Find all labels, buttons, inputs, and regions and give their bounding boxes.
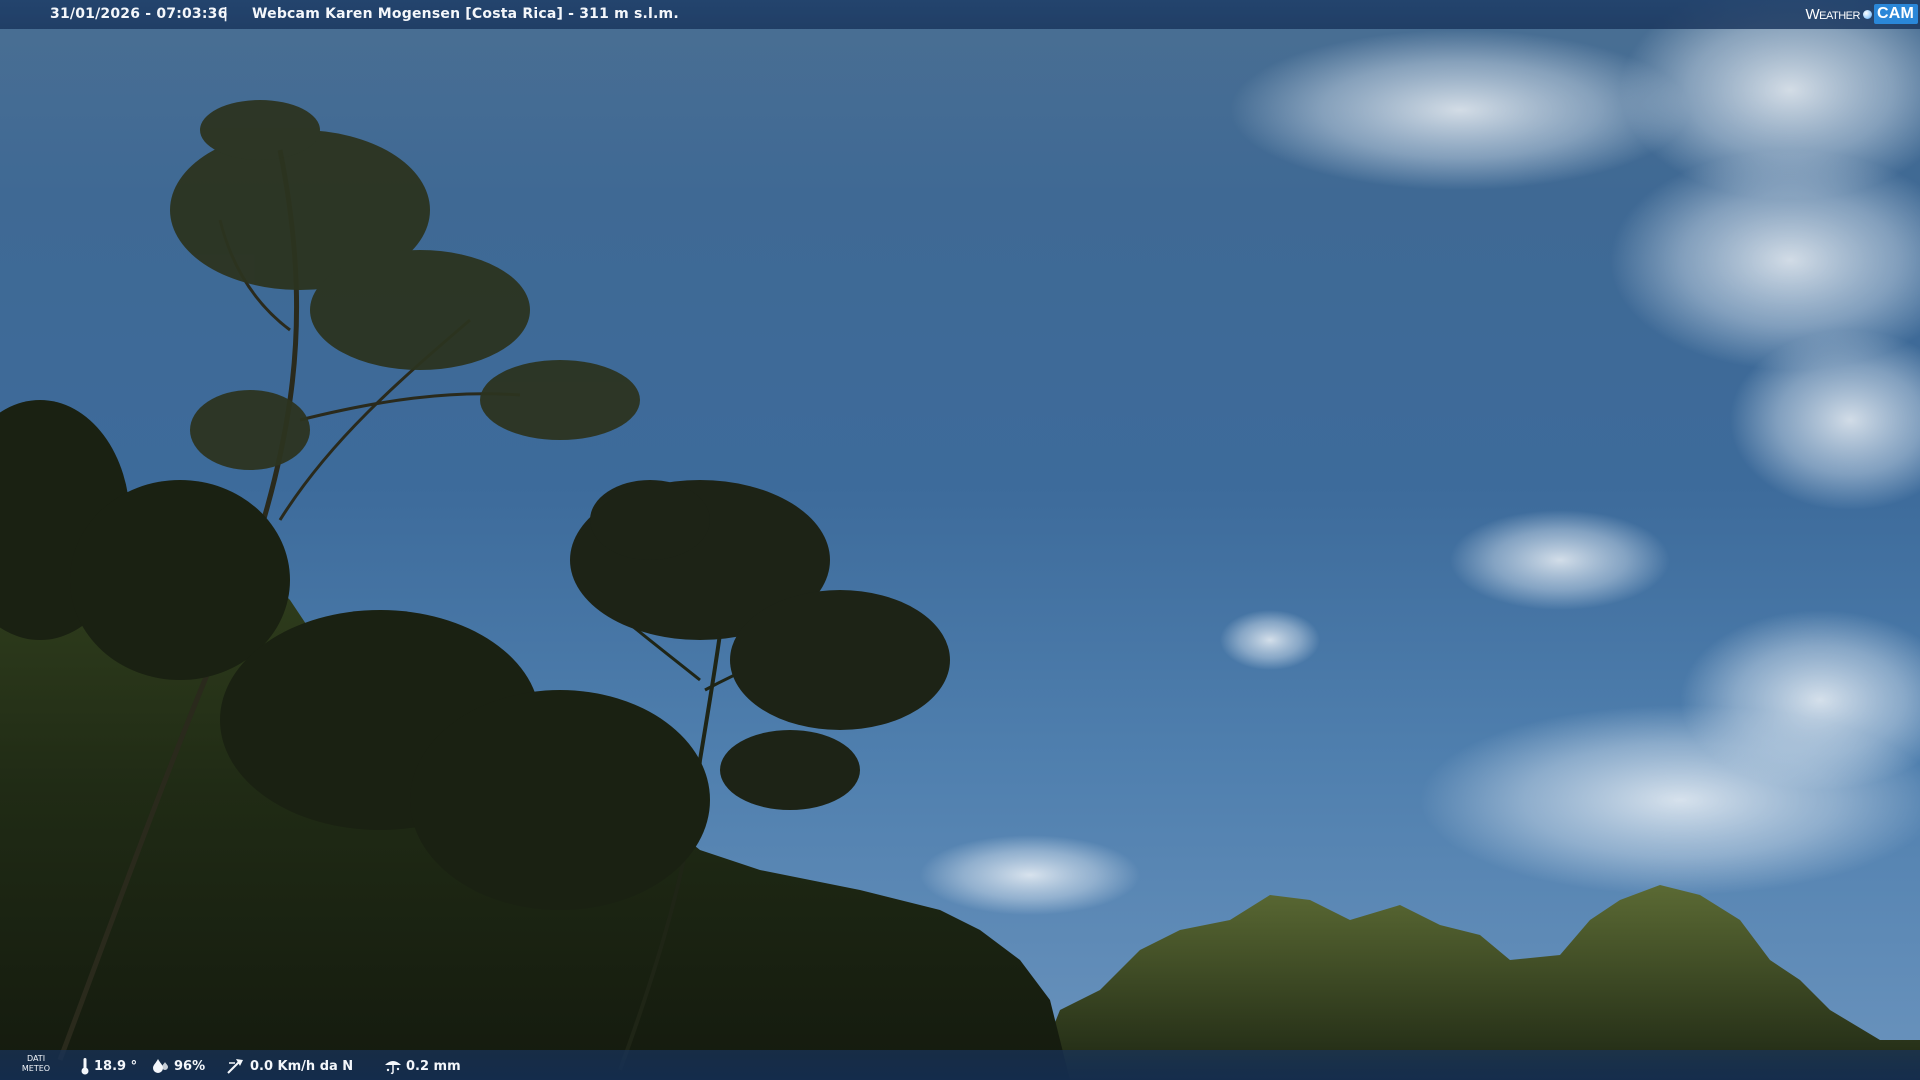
rain-value: 0.2 mm — [406, 1058, 461, 1074]
weathercam-logo: Weather CAM — [1805, 2, 1918, 26]
logo-badge: CAM — [1873, 4, 1918, 24]
tall-tree-canopy — [170, 100, 640, 470]
logo-word: Weather — [1805, 5, 1860, 23]
rain-metric: 0.2 mm — [384, 1057, 461, 1075]
temperature-metric: 18.9 ° — [80, 1057, 137, 1075]
weather-data-label: DATI METEO — [20, 1054, 52, 1074]
weather-data-label-line2: METEO — [21, 1064, 51, 1073]
webcam-image — [0, 0, 1920, 1080]
header-bar: 31/01/2026 - 07:03:36 | Webcam Karen Mog… — [0, 0, 1920, 29]
humidity-value: 96% — [174, 1058, 206, 1074]
rain-gauge-icon — [385, 1061, 401, 1075]
wind-metric: 0.0 Km/h da N — [226, 1057, 353, 1075]
wind-value: 0.0 Km/h da N — [250, 1058, 354, 1074]
humidity-metric: 96% — [152, 1057, 205, 1075]
header-separator: | — [223, 6, 229, 22]
clouds — [920, 0, 1920, 915]
wind-icon — [227, 1059, 243, 1074]
datetime-label: 31/01/2026 - 07:03:36 — [50, 6, 228, 22]
logo-globe-icon — [1862, 9, 1872, 19]
thermometer-icon — [81, 1058, 89, 1075]
droplet-icon — [153, 1059, 168, 1073]
webcam-frame: 31/01/2026 - 07:03:36 | Webcam Karen Mog… — [0, 0, 1920, 1080]
temperature-value: 18.9 ° — [94, 1058, 138, 1074]
webcam-title: Webcam Karen Mogensen [Costa Rica] - 311… — [252, 6, 679, 22]
weather-data-label-line1: DATI — [26, 1054, 46, 1063]
weather-bar: DATI METEO 18.9 ° 96% 0.0 Km/h da N 0.2 … — [0, 1050, 1920, 1080]
